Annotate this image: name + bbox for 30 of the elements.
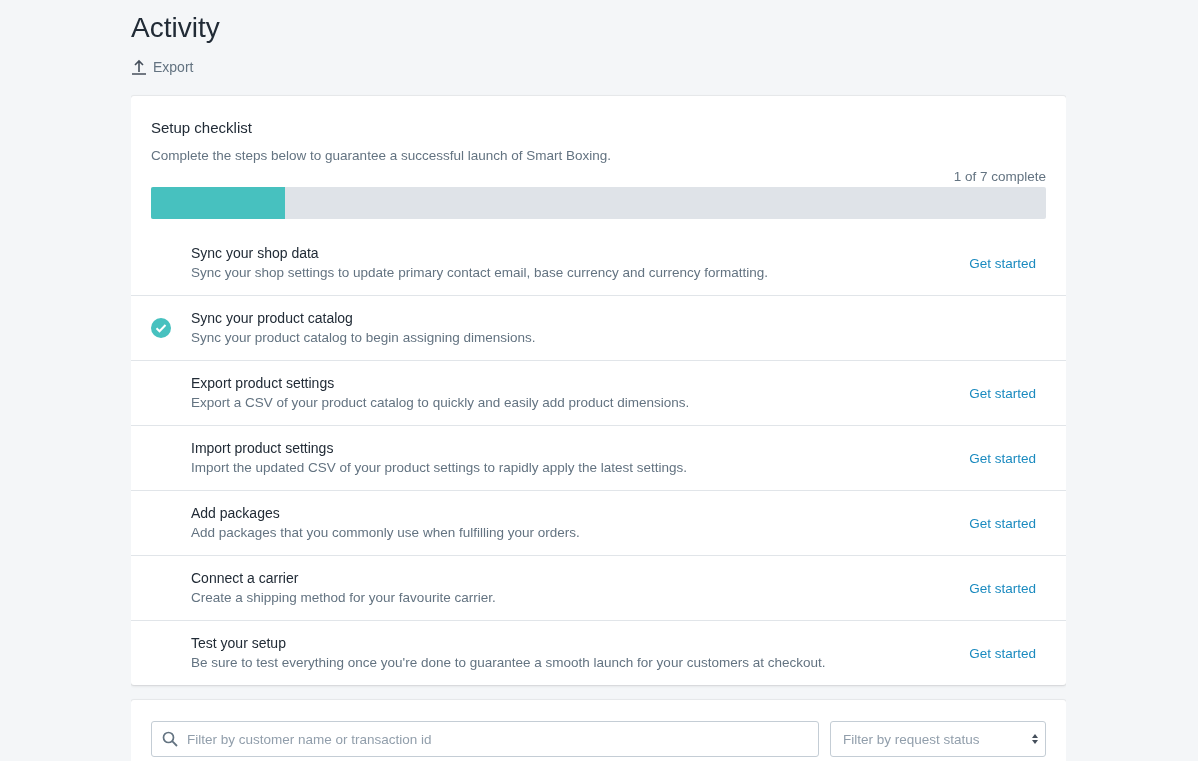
step-description: Sync your product catalog to begin assigning dimensions. [191,329,537,347]
status-select[interactable]: Filter by request status [830,721,1046,757]
export-button[interactable]: Export [131,59,194,75]
step-description: Sync your shop settings to update primary contact email, base currency and currency formatting. [191,264,770,282]
step-description: Add packages that you commonly use when fulfilling your orders. [191,524,581,542]
search-icon [162,731,178,747]
step-title: Import product settings [191,439,335,458]
get-started-link[interactable]: Get started [969,450,1036,466]
step-description: Export a CSV of your product catalog to quickly and easily add product dimensions. [191,394,691,412]
step-description: Import the updated CSV of your product settings to rapidly apply the latest settings. [191,459,689,477]
step-title: Test your setup [191,634,287,653]
step-title: Export product settings [191,374,336,393]
step-title: Connect a carrier [191,569,300,588]
search-field[interactable]: Filter by customer name or transaction id [151,721,819,757]
get-started-link[interactable]: Get started [969,645,1036,661]
get-started-link[interactable]: Get started [969,385,1036,401]
get-started-link[interactable]: Get started [969,255,1036,271]
step-title: Add packages [191,504,281,523]
get-started-link[interactable]: Get started [969,515,1036,531]
step-title: Sync your shop data [191,244,320,263]
page-title: Activity [131,11,221,45]
upload-icon [131,59,147,75]
card-title: Setup checklist [151,118,253,138]
step-description: Be sure to test everything once you're done to guarantee a smooth launch for your customers at checkout. [191,654,827,672]
step-title: Sync your product catalog [191,309,354,328]
progress-label: 1 of 7 complete [952,169,1046,185]
step-description: Create a shipping method for your favourite carrier. [191,589,497,607]
get-started-link[interactable]: Get started [969,580,1036,596]
card-description: Complete the steps below to guarantee a successful launch of Smart Boxing. [151,147,612,165]
sort-arrows-icon [1031,733,1039,745]
